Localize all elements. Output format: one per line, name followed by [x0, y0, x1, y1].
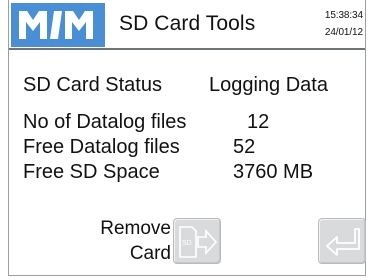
info-value: 12 — [247, 111, 270, 133]
sd-card-tools-screen: SD Card Tools 15:38:34 24/01/12 SD Card … — [8, 0, 366, 276]
datetime-display: 15:38:34 24/01/12 — [325, 7, 363, 41]
header-bar: SD Card Tools 15:38:34 24/01/12 — [9, 0, 365, 50]
info-label: No of Datalog files — [23, 111, 187, 133]
status-label: SD Card Status — [23, 74, 162, 96]
enter-return-icon — [326, 228, 360, 256]
sd-card-eject-icon: SD — [179, 226, 218, 258]
mm-logo-icon — [11, 3, 105, 47]
info-label: Free SD Space — [23, 161, 160, 183]
remove-label-line2: Card — [129, 243, 171, 264]
time-text: 15:38:34 — [324, 10, 363, 21]
info-value: 52 — [233, 136, 256, 158]
page-title: SD Card Tools — [119, 12, 256, 35]
status-value: Logging Data — [209, 74, 328, 96]
remove-card-button[interactable]: SD — [173, 218, 221, 264]
info-label: Free Datalog files — [23, 136, 180, 158]
info-value: 3760 MB — [233, 161, 314, 183]
remove-card-label: Remove Card — [71, 216, 171, 266]
date-text: 24/01/12 — [324, 27, 363, 38]
sd-card-status-row: SD Card Status Logging Data — [23, 74, 328, 97]
sd-icon-text: SD — [182, 240, 192, 247]
remove-label-line1: Remove — [100, 218, 171, 239]
enter-button[interactable] — [318, 218, 366, 264]
